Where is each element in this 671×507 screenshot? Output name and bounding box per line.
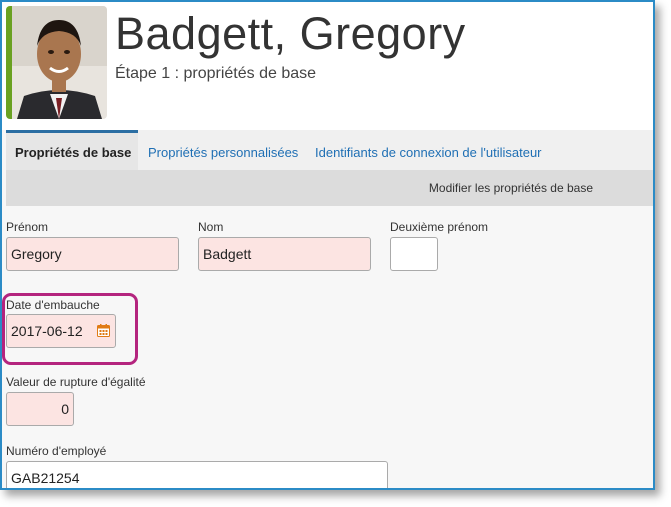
- last-name-field[interactable]: Badgett: [198, 237, 371, 271]
- middle-name-field[interactable]: [390, 237, 438, 271]
- middle-name-label: Deuxième prénom: [390, 220, 489, 234]
- tab-custom-properties[interactable]: Propriétés personnalisées: [148, 130, 298, 170]
- last-name-label: Nom: [198, 220, 224, 234]
- toolbar: Modifier les propriétés de base: [6, 170, 653, 206]
- tiebreaker-label: Valeur de rupture d'égalité: [6, 375, 146, 389]
- tiebreaker-field[interactable]: 0: [6, 392, 74, 426]
- first-name-field[interactable]: Gregory: [6, 237, 179, 271]
- first-name-label: Prénom: [6, 220, 49, 234]
- tab-basic-properties[interactable]: Propriétés de base: [6, 130, 138, 170]
- avatar: [6, 6, 107, 119]
- step-subtitle: Étape 1 : propriétés de base: [115, 65, 317, 82]
- employee-number-label: Numéro d'employé: [6, 444, 107, 458]
- employee-number-field[interactable]: GAB21254: [6, 461, 388, 488]
- profile-header: Badgett, Gregory Étape 1 : propriétés de…: [2, 2, 653, 130]
- employee-name: Badgett, Gregory: [115, 8, 466, 59]
- hire-date-highlight: [2, 293, 138, 365]
- window-frame: Badgett, Gregory Étape 1 : propriétés de…: [0, 0, 655, 490]
- edit-basic-properties-button[interactable]: Modifier les propriétés de base: [429, 181, 593, 195]
- employee-photo: [12, 6, 107, 119]
- tab-bar: Propriétés de base Propriétés personnali…: [6, 130, 653, 170]
- tab-user-login-credentials[interactable]: Identifiants de connexion de l'utilisate…: [315, 130, 542, 170]
